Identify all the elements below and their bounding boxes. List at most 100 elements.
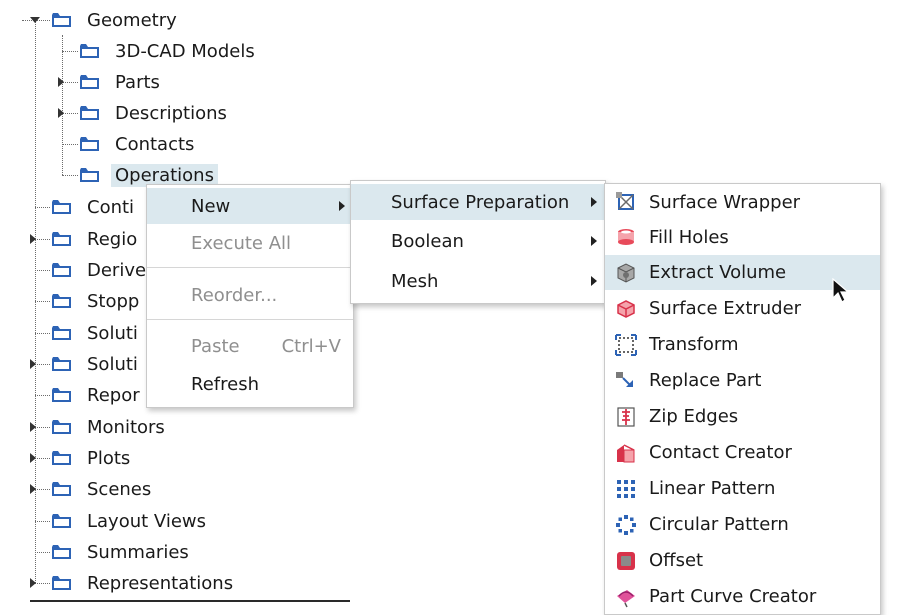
tree-node-geometry[interactable]: Geometry xyxy=(51,5,181,35)
tree-node-contacts[interactable]: Contacts xyxy=(79,129,198,159)
tree-node-monitors[interactable]: Monitors xyxy=(51,412,169,442)
folder-icon xyxy=(51,513,72,529)
folder-icon xyxy=(51,262,72,278)
submenu-arrow-icon xyxy=(591,236,597,246)
menu-item-replace-part[interactable]: Replace Part xyxy=(605,363,880,398)
menu-item-boolean[interactable]: Boolean xyxy=(351,223,605,259)
menu-separator xyxy=(147,267,353,268)
tree-connector xyxy=(35,552,50,553)
collapse-arrow-icon[interactable] xyxy=(30,359,36,369)
collapse-arrow-icon[interactable] xyxy=(58,108,64,118)
tree-node-soluti-2[interactable]: Soluti xyxy=(51,349,142,379)
tree-connector xyxy=(62,175,78,176)
menu-item-label: Fill Holes xyxy=(649,226,729,248)
menu-item-circular-pattern[interactable]: Circular Pattern xyxy=(605,507,880,542)
tree-node-label: Layout Views xyxy=(87,510,207,532)
tree-node-regio[interactable]: Regio xyxy=(51,224,141,254)
menu-item-label: Transform xyxy=(649,334,739,355)
menu-item-label: Mesh xyxy=(391,270,439,292)
menu-item-reorder[interactable]: Reorder... xyxy=(147,277,353,313)
menu-item-linear-pattern[interactable]: Linear Pattern xyxy=(605,471,880,506)
menu-item-label: Refresh xyxy=(191,373,259,395)
folder-icon xyxy=(51,575,72,591)
fill-holes-icon xyxy=(615,226,637,248)
tree-node-summaries[interactable]: Summaries xyxy=(51,537,193,567)
collapse-arrow-icon[interactable] xyxy=(58,77,64,87)
tree-connector xyxy=(35,364,50,365)
collapse-arrow-icon[interactable] xyxy=(30,422,36,432)
folder-icon xyxy=(51,481,72,497)
folder-icon xyxy=(51,450,72,466)
folder-icon xyxy=(79,43,100,59)
tree-node-label: Geometry xyxy=(87,9,177,31)
tree-node-conti[interactable]: Conti xyxy=(51,192,138,222)
menu-item-surface-preparation[interactable]: Surface Preparation xyxy=(351,184,605,220)
menu-item-label: Surface Wrapper xyxy=(649,191,801,213)
collapse-arrow-icon[interactable] xyxy=(30,234,36,244)
tree-connector xyxy=(35,207,50,208)
menu-item-part-curve-creator[interactable]: Part Curve Creator xyxy=(605,579,880,614)
tree-node-label: Scenes xyxy=(87,478,152,500)
tree-connector xyxy=(62,144,78,145)
context-menu: New Execute All Reorder... Paste Ctrl+V … xyxy=(146,184,354,408)
menu-item-label: Offset xyxy=(649,550,704,571)
new-submenu: Surface Preparation Boolean Mesh xyxy=(350,180,606,304)
menu-item-label: Surface Extruder xyxy=(649,298,802,319)
menu-item-offset[interactable]: Offset xyxy=(605,543,880,578)
menu-item-label: Surface Preparation xyxy=(391,191,570,213)
mouse-cursor-icon xyxy=(832,277,852,306)
expand-arrow-icon[interactable] xyxy=(30,17,40,23)
folder-icon xyxy=(79,105,100,121)
tree-node-parts[interactable]: Parts xyxy=(79,67,164,97)
folder-icon xyxy=(51,419,72,435)
tree-node-3d-cad-models[interactable]: 3D-CAD Models xyxy=(79,36,259,66)
tree-node-plots[interactable]: Plots xyxy=(51,443,134,473)
tree-node-stopp[interactable]: Stopp xyxy=(51,286,143,316)
menu-item-execute-all[interactable]: Execute All xyxy=(147,225,353,261)
menu-item-label: Zip Edges xyxy=(649,406,739,427)
folder-icon xyxy=(51,293,72,309)
menu-item-surface-wrapper[interactable]: Surface Wrapper xyxy=(605,185,880,219)
menu-item-label: Extract Volume xyxy=(649,262,787,283)
tree-node-label: Regio xyxy=(87,228,138,250)
submenu-arrow-icon xyxy=(591,276,597,286)
tree-node-label: Repor xyxy=(87,384,140,406)
tree-node-label: Stopp xyxy=(87,290,140,312)
menu-item-refresh[interactable]: Refresh xyxy=(147,366,353,402)
menu-item-paste[interactable]: Paste Ctrl+V xyxy=(147,328,353,364)
tree-node-soluti-1[interactable]: Soluti xyxy=(51,318,142,348)
collapse-arrow-icon[interactable] xyxy=(30,484,36,494)
tree-connector xyxy=(35,239,50,240)
collapse-arrow-icon[interactable] xyxy=(30,453,36,463)
tree-node-scenes[interactable]: Scenes xyxy=(51,474,155,504)
tree-node-label: Conti xyxy=(87,196,135,218)
menu-item-fill-holes[interactable]: Fill Holes xyxy=(605,220,880,254)
menu-item-label: Paste xyxy=(191,335,240,357)
tree-node-label: Parts xyxy=(115,71,160,93)
tree-node-label: Soluti xyxy=(87,353,138,375)
menu-item-label: Circular Pattern xyxy=(649,514,789,535)
tree-node-representations[interactable]: Representations xyxy=(51,568,237,598)
tree-node-repor[interactable]: Repor xyxy=(51,380,144,410)
menu-item-transform[interactable]: Transform xyxy=(605,327,880,362)
menu-item-mesh[interactable]: Mesh xyxy=(351,263,605,299)
menu-item-label: Part Curve Creator xyxy=(649,586,817,607)
tree-node-descriptions[interactable]: Descriptions xyxy=(79,98,231,128)
menu-item-contact-creator[interactable]: Contact Creator xyxy=(605,435,880,470)
tree-connector xyxy=(35,458,50,459)
menu-item-new[interactable]: New xyxy=(147,188,353,224)
tree-connector xyxy=(35,489,50,490)
folder-icon xyxy=(51,325,72,341)
tree-connector xyxy=(35,583,50,584)
shortcut-label: Ctrl+V xyxy=(281,335,341,357)
tree-node-derive[interactable]: Derive xyxy=(51,255,150,285)
tree-connector xyxy=(35,521,50,522)
tree-connector xyxy=(35,427,50,428)
tree-node-layout-views[interactable]: Layout Views xyxy=(51,506,210,536)
tree-node-label: Summaries xyxy=(87,541,189,563)
menu-item-label: New xyxy=(191,195,231,217)
collapse-arrow-icon[interactable] xyxy=(30,578,36,588)
menu-item-zip-edges[interactable]: Zip Edges xyxy=(605,399,880,434)
tree-node-label: Plots xyxy=(87,447,131,469)
part-curve-creator-icon xyxy=(615,586,637,608)
